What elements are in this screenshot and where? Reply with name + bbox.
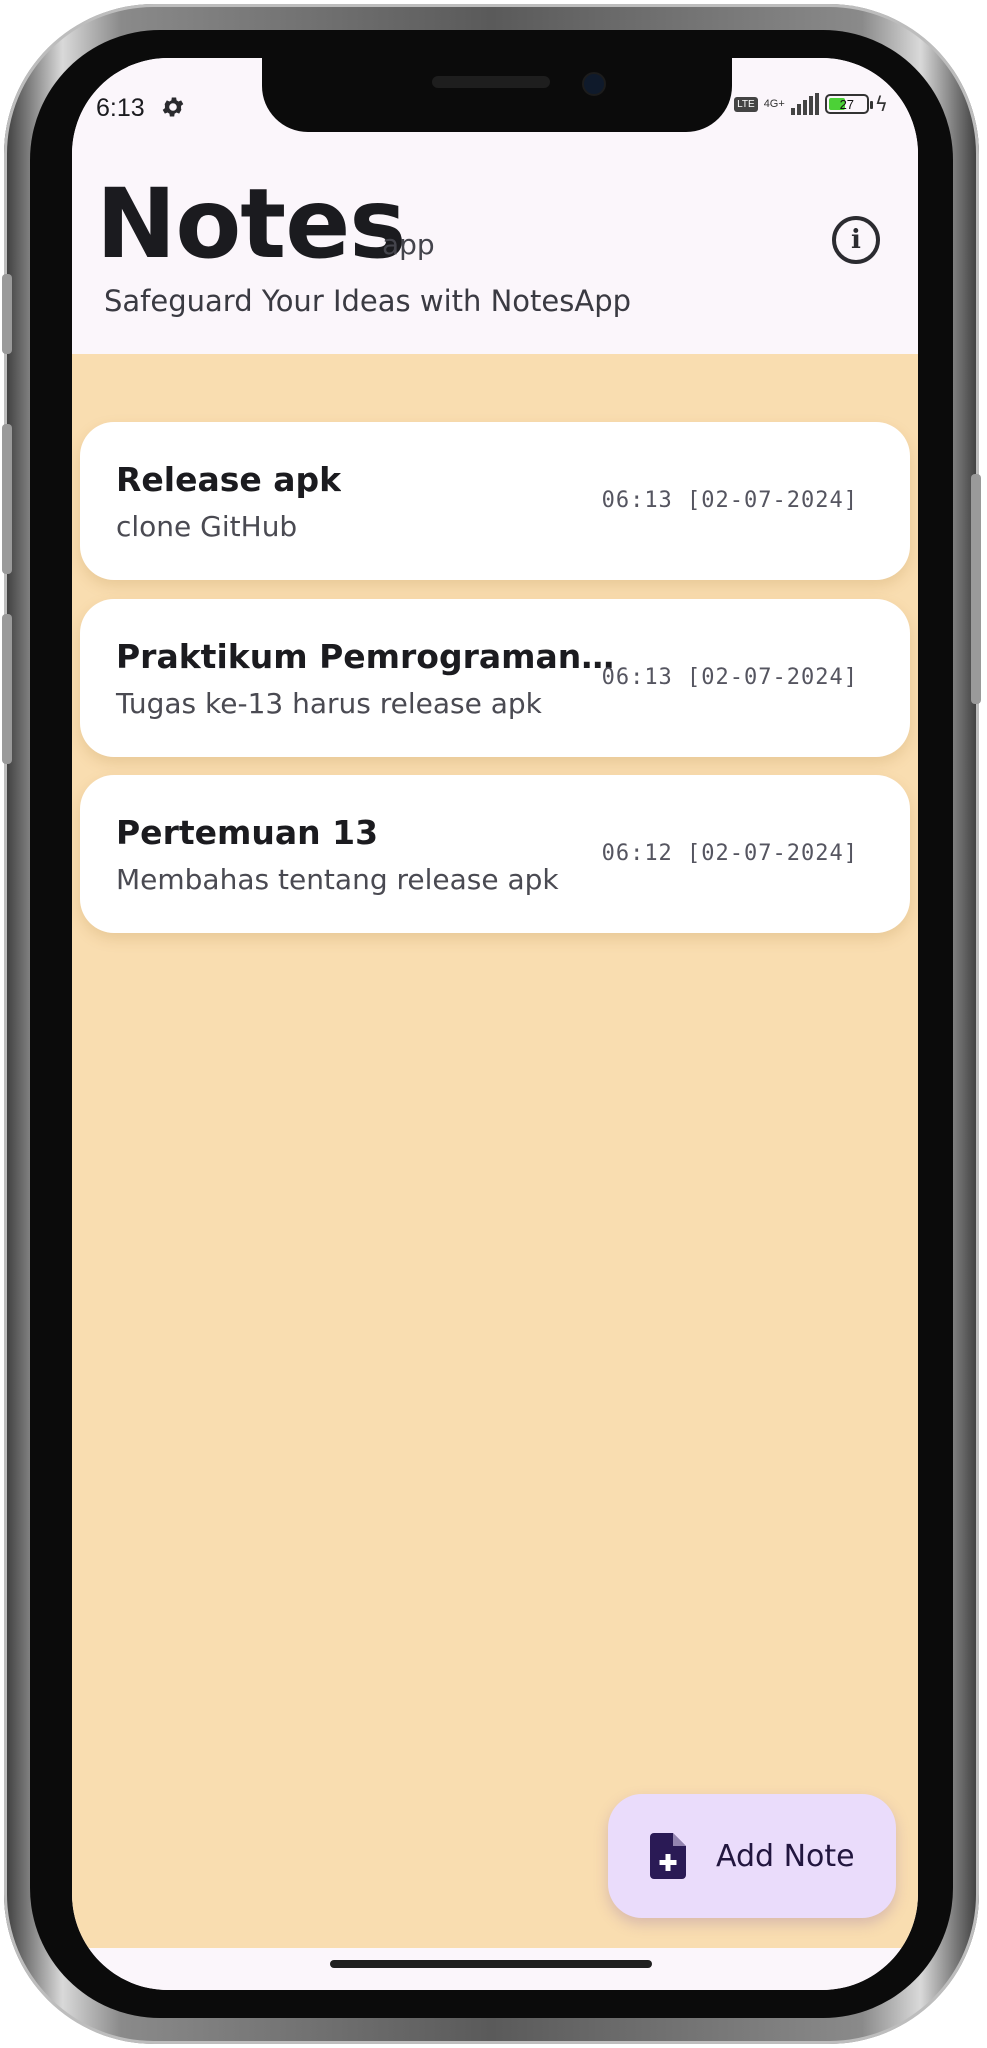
- notch: [262, 58, 732, 132]
- note-title: Pertemuan 13: [116, 813, 379, 852]
- note-card[interactable]: Praktikum Pemrograman Mobile Tugas ke-13…: [80, 599, 910, 757]
- note-card[interactable]: Pertemuan 13 Membahas tentang release ap…: [80, 775, 910, 933]
- lte-badge: LTE: [734, 96, 758, 112]
- home-indicator[interactable]: [330, 1960, 652, 1968]
- note-title: Release apk: [116, 460, 342, 499]
- mute-switch: [2, 274, 12, 354]
- note-title: Praktikum Pemrograman Mobile: [116, 637, 616, 676]
- power-button: [971, 474, 981, 704]
- note-card[interactable]: Release apk clone GitHub 06:13 [02-07-20…: [80, 422, 910, 580]
- signal-icon: [790, 93, 819, 115]
- note-timestamp: 06:13 [02-07-2024]: [601, 488, 858, 513]
- add-note-label: Add Note: [716, 1838, 855, 1874]
- app-screen: 6:13 LTE 4G+ 27 ϟ Notes app Safeguard Yo…: [72, 58, 918, 1990]
- note-add-icon: [650, 1833, 686, 1879]
- network-type: 4G+: [763, 97, 785, 110]
- status-icons: LTE 4G+ 27 ϟ: [734, 92, 888, 116]
- battery-icon: 27: [824, 94, 873, 114]
- gesture-bar: [72, 1948, 918, 1990]
- volume-up-button: [2, 424, 12, 574]
- status-time: 6:13: [96, 94, 145, 122]
- notes-list: Release apk clone GitHub 06:13 [02-07-20…: [72, 354, 918, 1948]
- page-title: Notes: [96, 168, 406, 280]
- speaker: [432, 76, 550, 88]
- note-description: Membahas tentang release apk: [116, 863, 559, 896]
- tagline: Safeguard Your Ideas with NotesApp: [104, 284, 632, 318]
- battery-level: 27: [839, 96, 855, 112]
- front-camera: [582, 72, 606, 96]
- page-title-suffix: app: [382, 228, 435, 261]
- volume-down-button: [2, 614, 12, 764]
- add-note-button[interactable]: Add Note: [608, 1794, 896, 1918]
- note-description: Tugas ke-13 harus release apk: [116, 687, 542, 720]
- note-description: clone GitHub: [116, 510, 298, 543]
- gear-icon: [162, 97, 184, 117]
- note-timestamp: 06:12 [02-07-2024]: [601, 841, 858, 866]
- note-timestamp: 06:13 [02-07-2024]: [601, 665, 858, 690]
- info-icon: i: [851, 225, 861, 255]
- info-button[interactable]: i: [832, 216, 880, 264]
- charging-icon: ϟ: [874, 92, 888, 116]
